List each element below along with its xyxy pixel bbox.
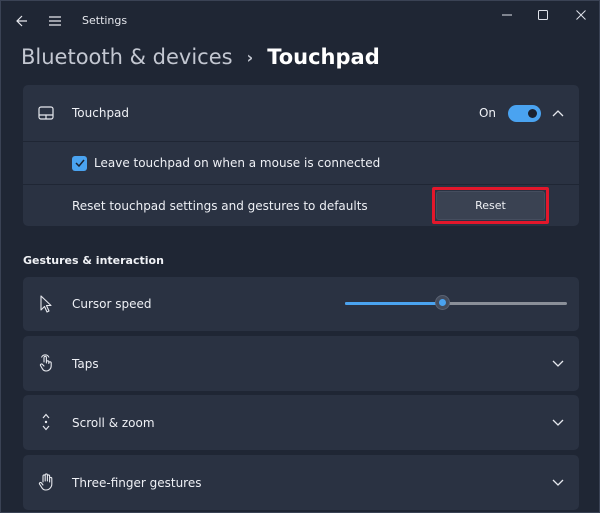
breadcrumb-parent[interactable]: Bluetooth & devices: [21, 45, 233, 69]
three-finger-gestures-card[interactable]: Three-finger gestures: [23, 455, 579, 510]
section-title: Gestures & interaction: [23, 254, 164, 267]
slider-thumb[interactable]: [435, 295, 450, 310]
tap-hand-icon: [37, 354, 55, 372]
leave-on-label: Leave touchpad on when a mouse is connec…: [94, 156, 381, 170]
cursor-speed-label: Cursor speed: [72, 297, 152, 311]
toggle-state-label: On: [478, 106, 496, 120]
window-title: Settings: [82, 14, 128, 27]
scroll-zoom-card[interactable]: Scroll & zoom: [23, 395, 579, 450]
chevron-down-icon[interactable]: [551, 476, 565, 490]
leave-on-checkbox-group[interactable]: Leave touchpad on when a mouse is connec…: [72, 155, 381, 171]
cursor-speed-slider[interactable]: [345, 295, 567, 310]
touchpad-toggle[interactable]: [508, 104, 541, 122]
reset-description: Reset touchpad settings and gestures to …: [72, 198, 368, 213]
scroll-arrows-icon: [37, 413, 55, 431]
touchpad-header-row[interactable]: Touchpad On: [23, 85, 579, 141]
leave-on-checkbox[interactable]: [72, 155, 87, 171]
taps-card[interactable]: Taps: [23, 336, 579, 391]
scroll-zoom-label: Scroll & zoom: [72, 416, 155, 430]
chevron-down-icon[interactable]: [551, 357, 565, 371]
settings-window: Settings Bluetooth & devices › Touchpad …: [0, 0, 600, 513]
slider-thumb-inner: [439, 299, 446, 306]
chevron-down-icon[interactable]: [551, 416, 565, 430]
hand-icon: [37, 473, 55, 491]
touchpad-icon: [37, 104, 55, 122]
page-title: Touchpad: [267, 45, 380, 69]
chevron-up-icon[interactable]: [551, 106, 565, 120]
back-arrow-icon[interactable]: [13, 12, 31, 30]
close-icon[interactable]: [567, 6, 595, 24]
three-finger-gestures-label: Three-finger gestures: [72, 476, 202, 490]
title-bar: Settings: [1, 1, 599, 41]
touchpad-label: Touchpad: [72, 106, 130, 120]
hamburger-menu-icon[interactable]: [46, 12, 64, 30]
breadcrumb-separator: ›: [246, 47, 254, 67]
reset-button[interactable]: Reset: [436, 191, 545, 220]
breadcrumb: Bluetooth & devices › Touchpad: [21, 41, 380, 73]
cursor-icon: [37, 295, 55, 313]
checkmark-icon: [74, 159, 85, 167]
minimize-icon[interactable]: [493, 6, 521, 24]
taps-label: Taps: [72, 357, 99, 371]
leave-on-row: Leave touchpad on when a mouse is connec…: [23, 142, 579, 184]
maximize-icon[interactable]: [529, 6, 557, 24]
slider-fill: [345, 302, 443, 305]
touchpad-toggle-area: On: [478, 104, 565, 122]
toggle-knob: [528, 108, 537, 118]
